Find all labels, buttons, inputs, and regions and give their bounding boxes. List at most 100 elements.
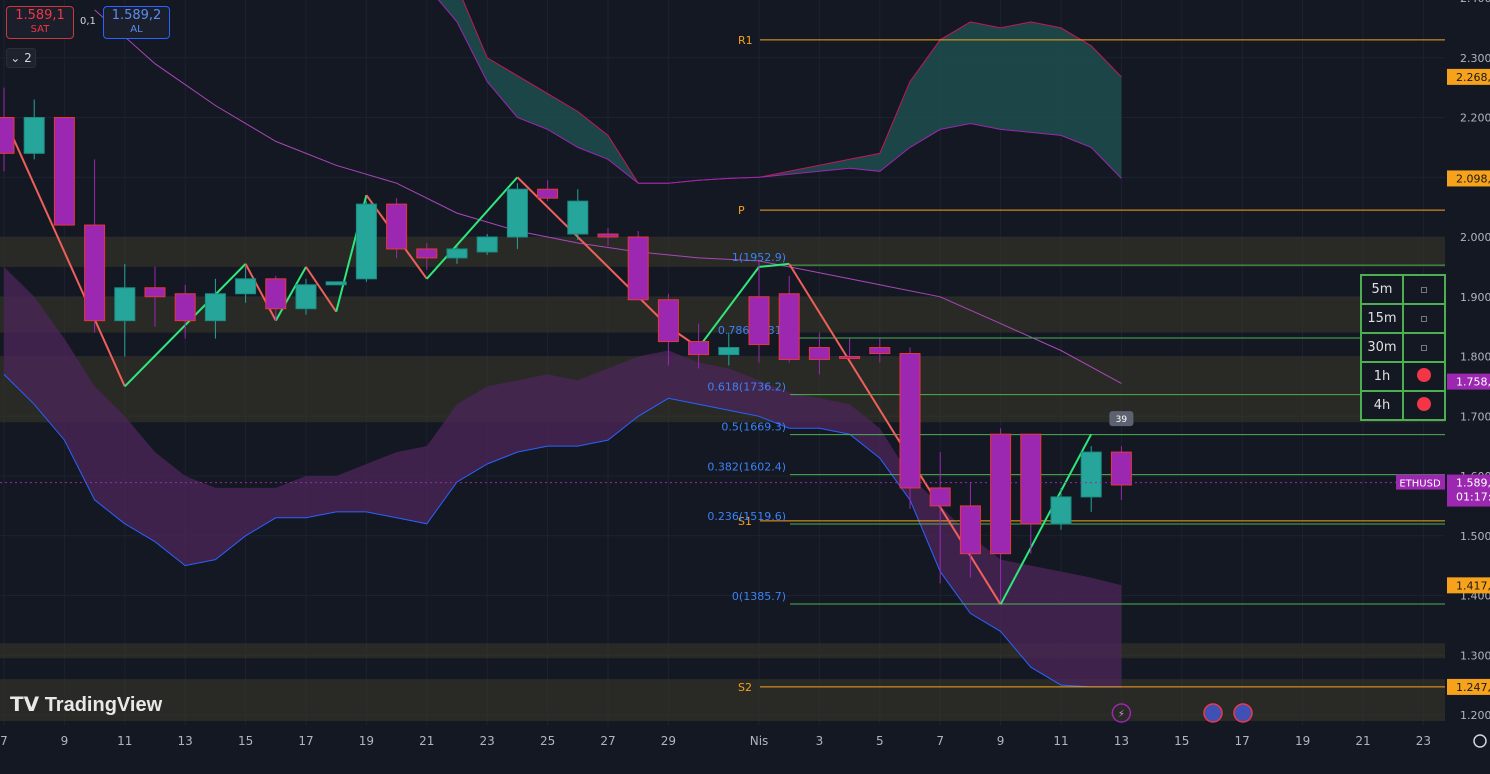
timeframe-table: 5m 15m 30m 1h 4h <box>1360 274 1446 421</box>
candle-body <box>748 296 770 346</box>
symbol-label: ETHUSD <box>1399 479 1441 490</box>
tv-icon: 𝗧𝗩 <box>10 694 40 716</box>
x-tick-label: 21 <box>1355 734 1370 748</box>
candle-body <box>325 281 347 286</box>
y-badge-label: 1.417, <box>1456 579 1490 592</box>
x-tick-label: 11 <box>117 734 132 748</box>
pivot-label: S2 <box>738 681 752 694</box>
upper-cloud <box>438 0 1122 184</box>
candle-body <box>657 299 679 343</box>
y-tick-label: 1.300, <box>1460 649 1490 662</box>
tf-status <box>1402 274 1446 305</box>
candle-body <box>1110 451 1132 486</box>
x-tick-label: 7 <box>0 734 8 748</box>
candle-body <box>1050 496 1072 525</box>
y-tick-label: 2.200, <box>1460 112 1490 125</box>
tradingview-logo[interactable]: 𝗧𝗩 TradingView <box>10 692 162 717</box>
countdown-label: 01:17: <box>1456 491 1490 504</box>
pivot-label: R1 <box>738 34 753 47</box>
buy-price: 1.589,2 <box>111 8 162 23</box>
candle-body <box>265 278 287 310</box>
tf-status <box>1402 390 1446 421</box>
x-tick-label: 19 <box>359 734 374 748</box>
candle-body <box>174 293 196 322</box>
price-chart[interactable]: R1PS1S21(1952.9)0.786(1831)0.618(1736.2)… <box>0 0 1490 774</box>
y-badge-label: 2.268, <box>1456 71 1490 84</box>
candle-body <box>53 117 75 226</box>
candle-body <box>929 487 951 507</box>
buy-button[interactable]: 1.589,2 AL <box>103 6 170 39</box>
candle-body <box>23 117 45 154</box>
logo-text: TradingView <box>44 694 163 716</box>
annotation-label: 39 <box>1116 415 1128 425</box>
sell-price: 1.589,1 <box>15 8 65 23</box>
y-tick-label: 2.400, <box>1460 0 1490 5</box>
candle-body <box>386 203 408 250</box>
fib-label: 0.382(1602.4) <box>707 461 786 474</box>
sell-button[interactable]: 1.589,1 SAT <box>6 6 74 39</box>
lightning-icon-glyph: ⚡ <box>1118 709 1125 720</box>
indicator-count: 2 <box>24 51 32 65</box>
buy-label: AL <box>130 24 143 35</box>
candle-body <box>235 278 257 295</box>
x-tick-label: 17 <box>1235 734 1250 748</box>
candle-body <box>839 356 861 359</box>
tf-status <box>1402 303 1446 334</box>
tf-label: 5m <box>1360 274 1404 305</box>
y-tick-label: 2.000, <box>1460 231 1490 244</box>
settings-icon <box>1473 734 1487 748</box>
y-tick-label: 1.500, <box>1460 530 1490 543</box>
x-tick-label: 13 <box>178 734 193 748</box>
us-flag-icon <box>1233 703 1253 723</box>
fib-label: 0.5(1669.3) <box>721 421 786 434</box>
x-tick-label: 5 <box>876 734 884 748</box>
candle-body <box>1020 433 1042 525</box>
candle-body <box>0 117 15 154</box>
candle-body <box>446 248 468 259</box>
candle-body <box>114 287 136 322</box>
price-badge-label: 1.589, <box>1456 477 1490 490</box>
tf-label: 4h <box>1360 390 1404 421</box>
candle-body <box>204 293 226 322</box>
y-badge-label: 1.247, <box>1456 681 1490 694</box>
collapse-indicators-button[interactable]: ⌄ 2 <box>6 48 36 68</box>
x-tick-label: 13 <box>1114 734 1129 748</box>
fib-label: 0.618(1736.2) <box>707 381 786 394</box>
sell-label: SAT <box>30 24 50 35</box>
candle-body <box>567 200 589 235</box>
candle-body <box>627 236 649 301</box>
candle-body <box>959 505 981 555</box>
x-tick-label: 23 <box>480 734 495 748</box>
tf-label: 30m <box>1360 332 1404 363</box>
candle-body <box>144 287 166 298</box>
x-tick-label: 15 <box>238 734 253 748</box>
candle-body <box>84 224 106 322</box>
candle-body <box>1080 451 1102 498</box>
y-tick-label: 1.200, <box>1460 709 1490 722</box>
y-tick-label: 1.900, <box>1460 291 1490 304</box>
x-tick-label: 7 <box>936 734 944 748</box>
x-tick-label: Nis <box>750 734 769 748</box>
chevron-down-icon: ⌄ <box>10 51 21 65</box>
pivot-label: P <box>738 204 745 217</box>
y-badge-label: 2.098, <box>1456 172 1490 185</box>
tf-status <box>1402 361 1446 392</box>
candle-body <box>778 293 800 360</box>
x-tick-label: 15 <box>1174 734 1189 748</box>
x-tick-label: 9 <box>61 734 69 748</box>
candle-body <box>506 188 528 238</box>
tf-label: 15m <box>1360 303 1404 334</box>
x-tick-label: 19 <box>1295 734 1310 748</box>
y-tick-label: 1.800, <box>1460 351 1490 364</box>
zone-band <box>0 643 1445 659</box>
x-tick-label: 29 <box>661 734 676 748</box>
tf-status <box>1402 332 1446 363</box>
candle-body <box>355 203 377 280</box>
x-tick-label: 21 <box>419 734 434 748</box>
tf-label: 1h <box>1360 361 1404 392</box>
y-tick-label: 1.700, <box>1460 410 1490 423</box>
x-tick-label: 9 <box>997 734 1005 748</box>
x-tick-label: 25 <box>540 734 555 748</box>
spread-value: 0,1 <box>80 16 96 27</box>
candle-body <box>295 284 317 310</box>
